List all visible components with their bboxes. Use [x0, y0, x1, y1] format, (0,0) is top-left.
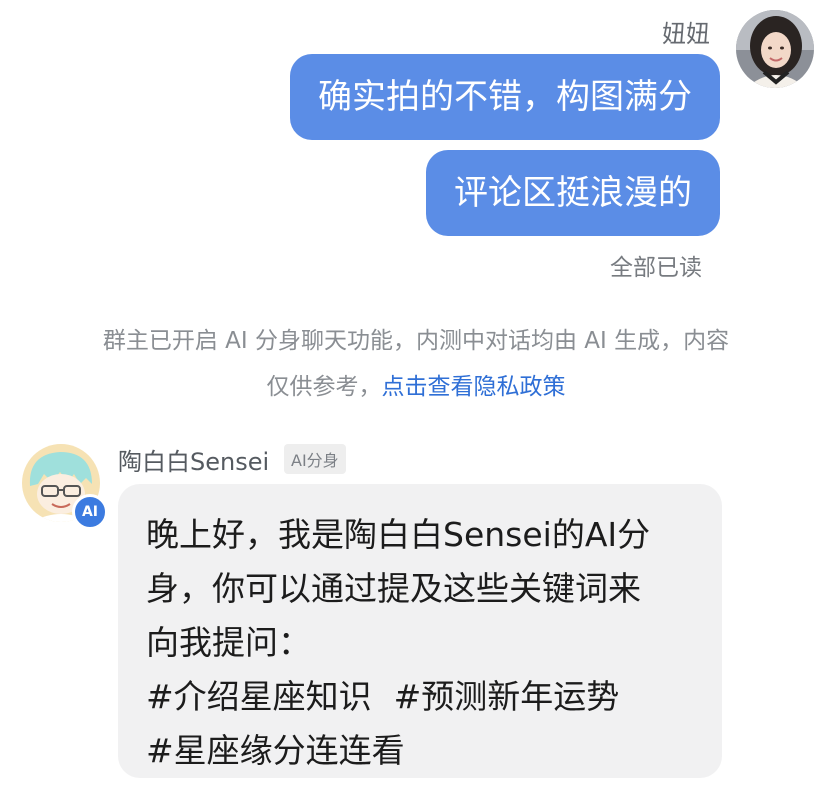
message-line: 晚上好，我是陶白白Sensei的AI分 [146, 515, 651, 554]
message-line: 身，你可以通过提及这些关键词来 [146, 569, 641, 608]
bot-avatar[interactable]: AI [22, 444, 108, 530]
bot-name: 陶白白Sensei [118, 448, 270, 476]
keyword-tag[interactable]: #介绍星座知识 [146, 677, 372, 716]
ai-badge: AI [72, 494, 108, 530]
keyword-row: #星座缘分连连看 [146, 724, 696, 778]
sender-name: 妞妞 [662, 20, 710, 48]
ai-avatar-tag: AI分身 [284, 444, 346, 474]
read-status: 全部已读 [610, 255, 702, 281]
sent-message[interactable]: 评论区挺浪漫的 [426, 150, 720, 236]
received-message[interactable]: 晚上好，我是陶白白Sensei的AI分 身，你可以通过提及这些关键词来 向我提问… [118, 484, 722, 778]
keyword-row: #介绍星座知识 #预测新年运势 [146, 670, 696, 724]
sender-avatar[interactable] [736, 10, 814, 88]
sent-message[interactable]: 确实拍的不错，构图满分 [290, 54, 720, 140]
ai-notice: 群主已开启 AI 分身聊天功能，内测中对话均由 AI 生成，内容仅供参考，点击查… [100, 318, 732, 410]
keyword-tag[interactable]: #预测新年运势 [394, 677, 620, 716]
privacy-policy-link[interactable]: 点击查看隐私政策 [382, 374, 566, 400]
chat-screen: 妞妞 确实拍的不错，构图满分 评论区挺浪漫的 全部已读 群主已开启 AI 分身聊… [0, 0, 832, 800]
message-line: 向我提问： [146, 623, 311, 662]
keyword-tag[interactable]: #星座缘分连连看 [146, 731, 405, 770]
